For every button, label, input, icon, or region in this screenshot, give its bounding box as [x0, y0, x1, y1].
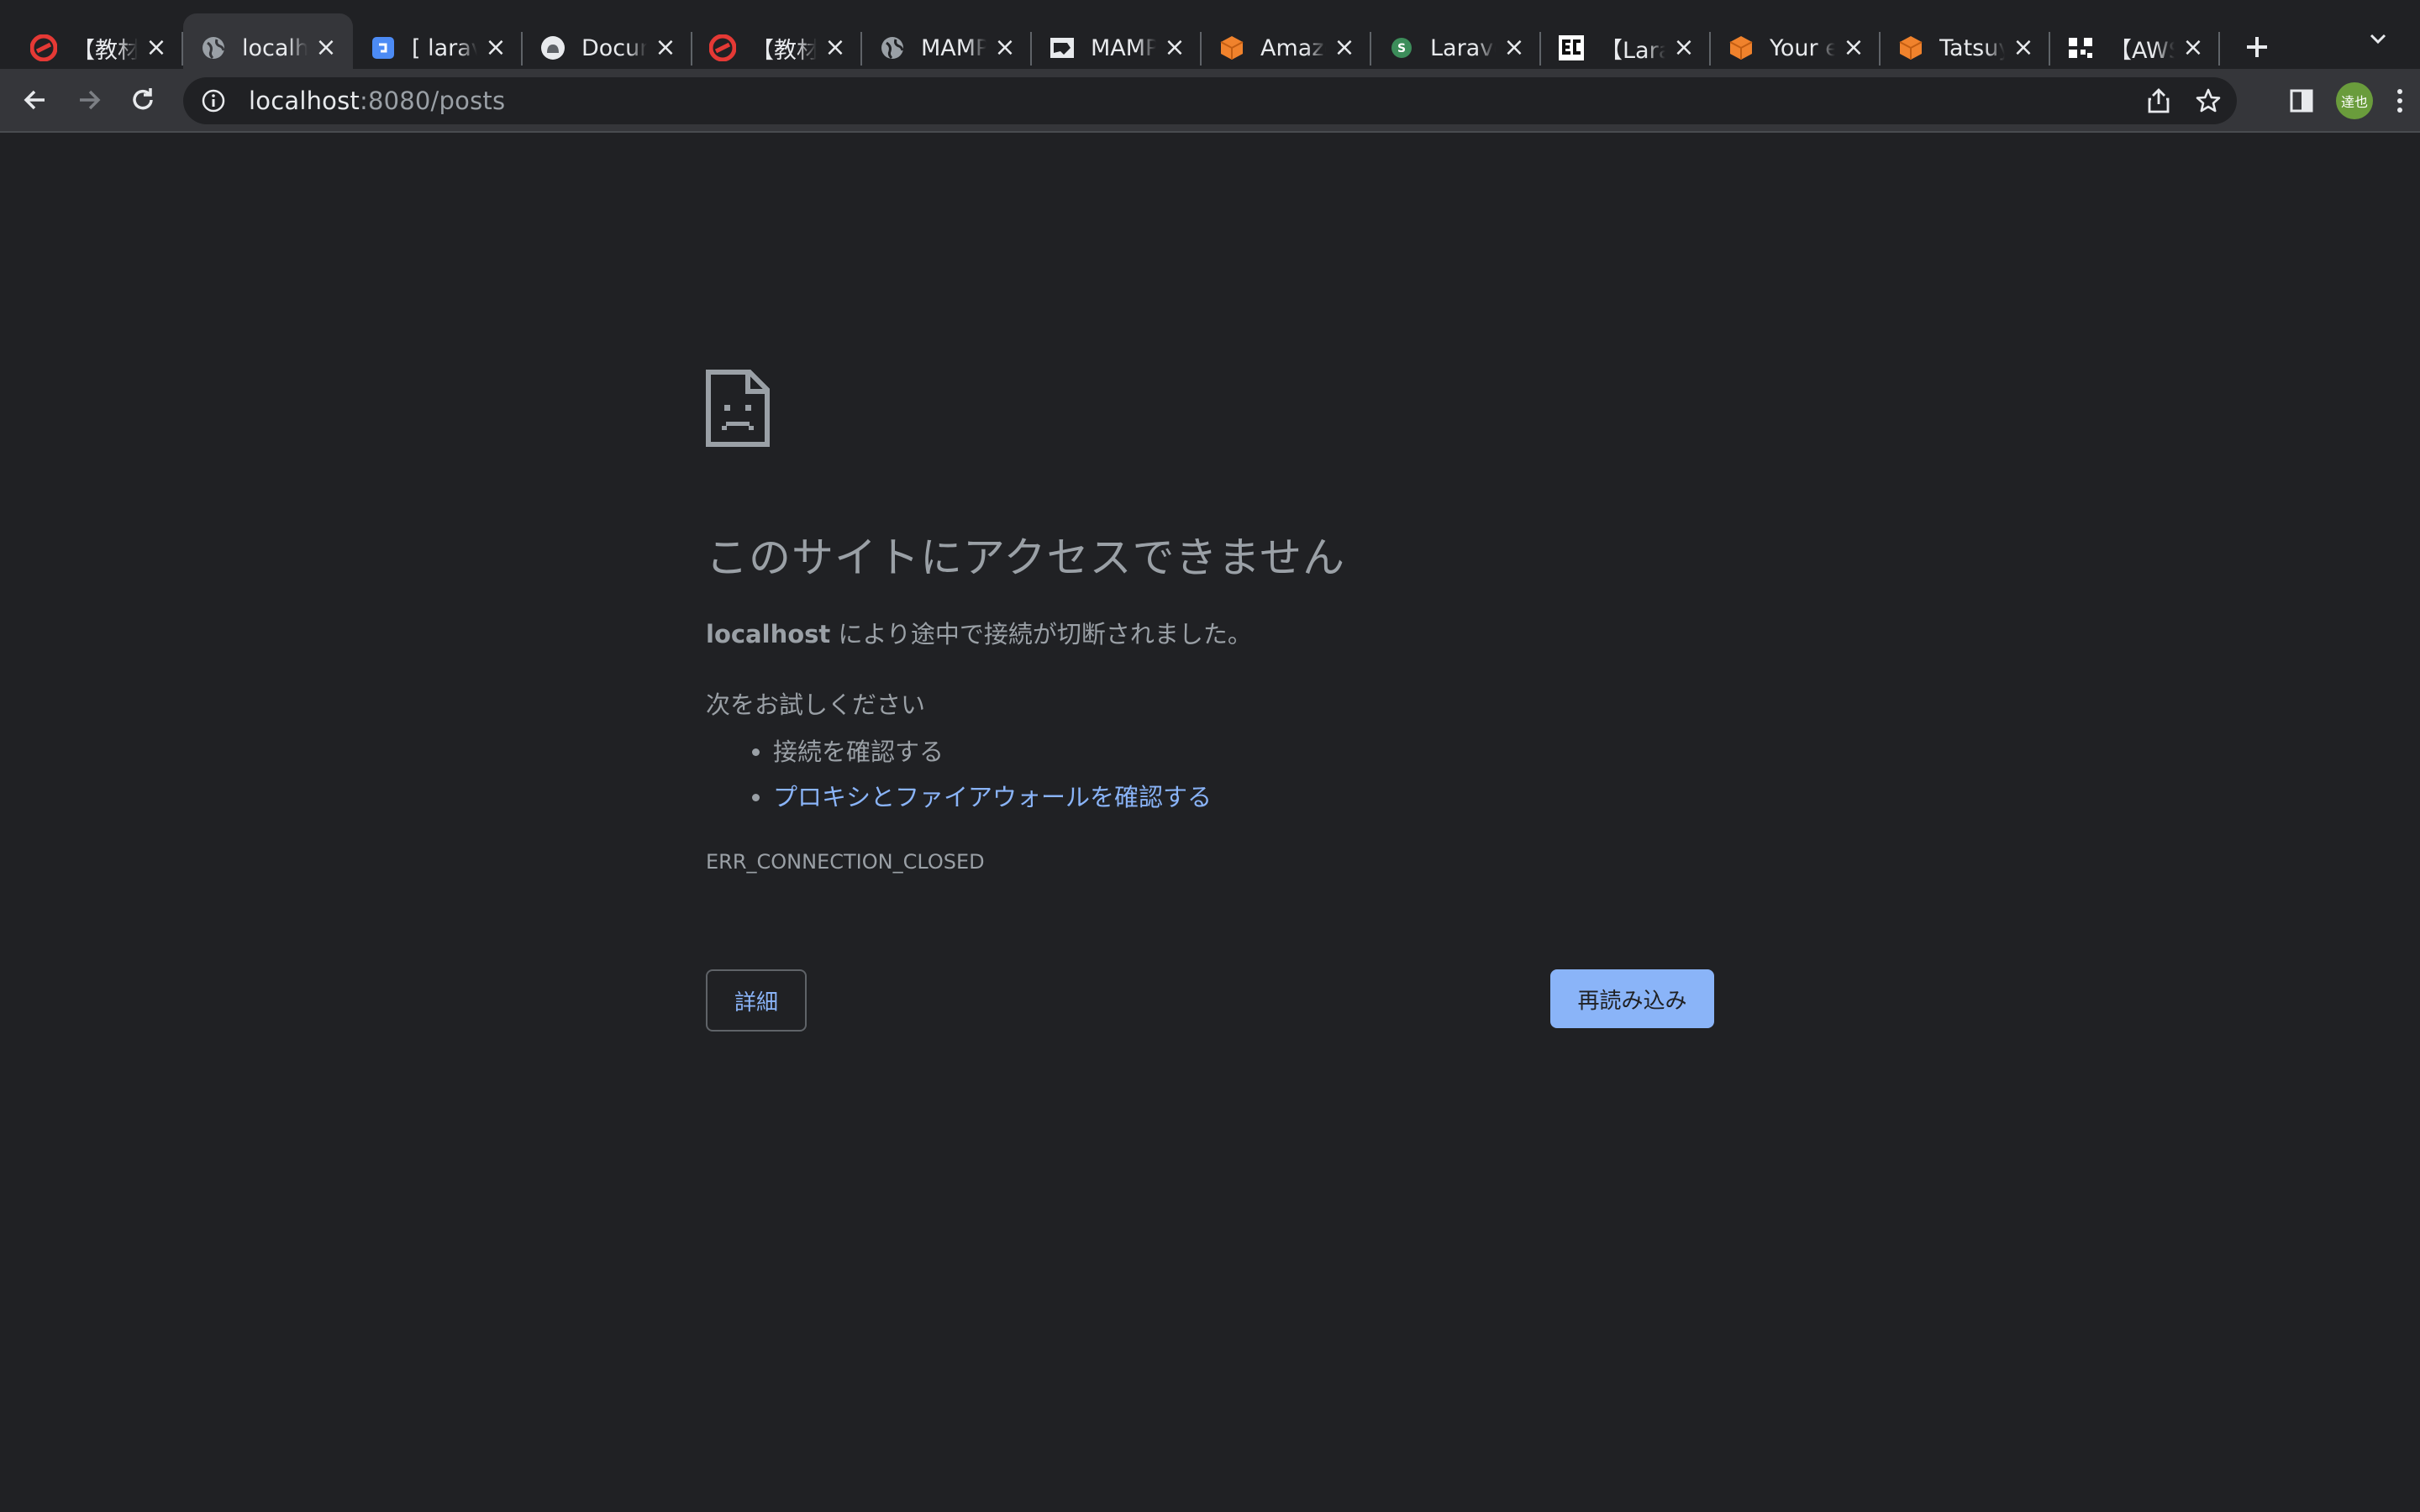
error-host: localhost [706, 620, 831, 648]
tab-title: Your e [1770, 34, 1835, 61]
url-host: localhost [249, 87, 360, 115]
bookmark-star-icon[interactable] [2195, 87, 2222, 114]
mamp-elephant-icon [1049, 34, 1076, 61]
red-swirl-icon [709, 34, 736, 61]
tab-separator [2218, 32, 2220, 66]
address-bar-actions [2146, 77, 2222, 124]
error-code: ERR_CONNECTION_CLOSED [706, 850, 985, 874]
cloud-icon [539, 34, 566, 61]
svg-text:S: S [1397, 42, 1406, 55]
red-swirl-icon [30, 34, 57, 61]
tab-title: [ laravel [412, 34, 477, 61]
sad-page-icon [706, 370, 770, 447]
suggestion-check-proxy-link[interactable]: プロキシとファイアウォールを確認する [773, 778, 1714, 813]
globe-icon [200, 34, 227, 61]
tab-title: Document [581, 34, 647, 61]
url-text[interactable]: localhost:8080/posts [249, 87, 505, 115]
close-icon[interactable]: × [1163, 35, 1186, 60]
orange-cube-icon [1897, 34, 1924, 61]
tab-title: Tatsuy [1939, 34, 2005, 61]
orange-cube-icon [1728, 34, 1754, 61]
tab-title: 【教材】 [72, 37, 138, 64]
error-heading: このサイトにアクセスできません [706, 533, 1345, 582]
green-circle-icon: S [1388, 34, 1415, 61]
tab-title: 【教材】 [751, 37, 817, 64]
arrow-left-icon [24, 90, 45, 110]
error-buttons: 詳細 再読み込み [706, 969, 1714, 1033]
try-label: 次をお試しください [706, 690, 926, 719]
suggestion-check-connection: 接続を確認する [773, 732, 1714, 768]
tab-search-button[interactable] [2361, 22, 2395, 55]
close-icon[interactable]: × [484, 35, 508, 60]
forward-button[interactable] [66, 76, 113, 123]
close-icon[interactable]: × [1672, 35, 1696, 60]
plus-icon [2247, 37, 2267, 57]
share-icon[interactable] [2146, 87, 2171, 114]
tab-title: Amazon [1260, 34, 1326, 61]
suggestion-list: 接続を確認する プロキシとファイアウォールを確認する [706, 732, 1714, 813]
close-icon[interactable]: × [993, 35, 1017, 60]
profile-avatar[interactable]: 達也 [2336, 82, 2373, 119]
globe-icon [879, 34, 906, 61]
tab-title: MAMP [1091, 34, 1156, 61]
close-icon[interactable]: × [823, 35, 847, 60]
tab-title: localhost [242, 34, 308, 61]
info-icon[interactable] [200, 87, 227, 114]
error-summary-text: により途中で接続が切断されました。 [830, 620, 1252, 648]
avatar-label: 達也 [2340, 94, 2368, 110]
tab-title: Laravel [1430, 34, 1496, 61]
new-tab-button[interactable] [2232, 22, 2282, 72]
reload-icon [133, 88, 153, 110]
close-icon[interactable]: × [654, 35, 677, 60]
tab-title: 【AWS [2109, 37, 2175, 64]
chevron-down-icon [2370, 34, 2386, 45]
address-bar[interactable]: localhost:8080/posts [183, 77, 2237, 124]
close-icon[interactable]: × [1502, 35, 1526, 60]
reload-page-button[interactable]: 再読み込み [1550, 969, 1714, 1028]
document-blue-icon [370, 34, 397, 61]
close-icon[interactable]: × [314, 35, 338, 60]
toolbar-right: 達也 [2289, 77, 2405, 124]
error-page: このサイトにアクセスできません localhost により途中で接続が切断されま… [706, 370, 1714, 1033]
tab-title: MAMP [921, 34, 986, 61]
close-icon[interactable]: × [1333, 35, 1356, 60]
reload-button[interactable] [119, 76, 166, 123]
arrow-right-icon [80, 90, 101, 110]
more-vert-icon[interactable] [2395, 87, 2405, 114]
close-icon[interactable]: × [2012, 35, 2035, 60]
qr-logo-icon [2067, 34, 2094, 61]
tab-title: 【Lara [1600, 37, 1665, 64]
toolbar: localhost:8080/posts 達也 [0, 69, 2420, 133]
orange-cube-icon [1218, 34, 1245, 61]
close-icon[interactable]: × [2181, 35, 2205, 60]
error-summary: localhost により途中で接続が切断されました。 [706, 615, 1714, 650]
back-button[interactable] [12, 76, 59, 123]
url-path: :8080/posts [359, 87, 506, 115]
close-icon[interactable]: × [145, 35, 168, 60]
ec-logo-icon [1558, 34, 1585, 61]
side-panel-icon[interactable] [2289, 88, 2314, 113]
details-button[interactable]: 詳細 [706, 969, 807, 1032]
close-icon[interactable]: × [1842, 35, 1865, 60]
